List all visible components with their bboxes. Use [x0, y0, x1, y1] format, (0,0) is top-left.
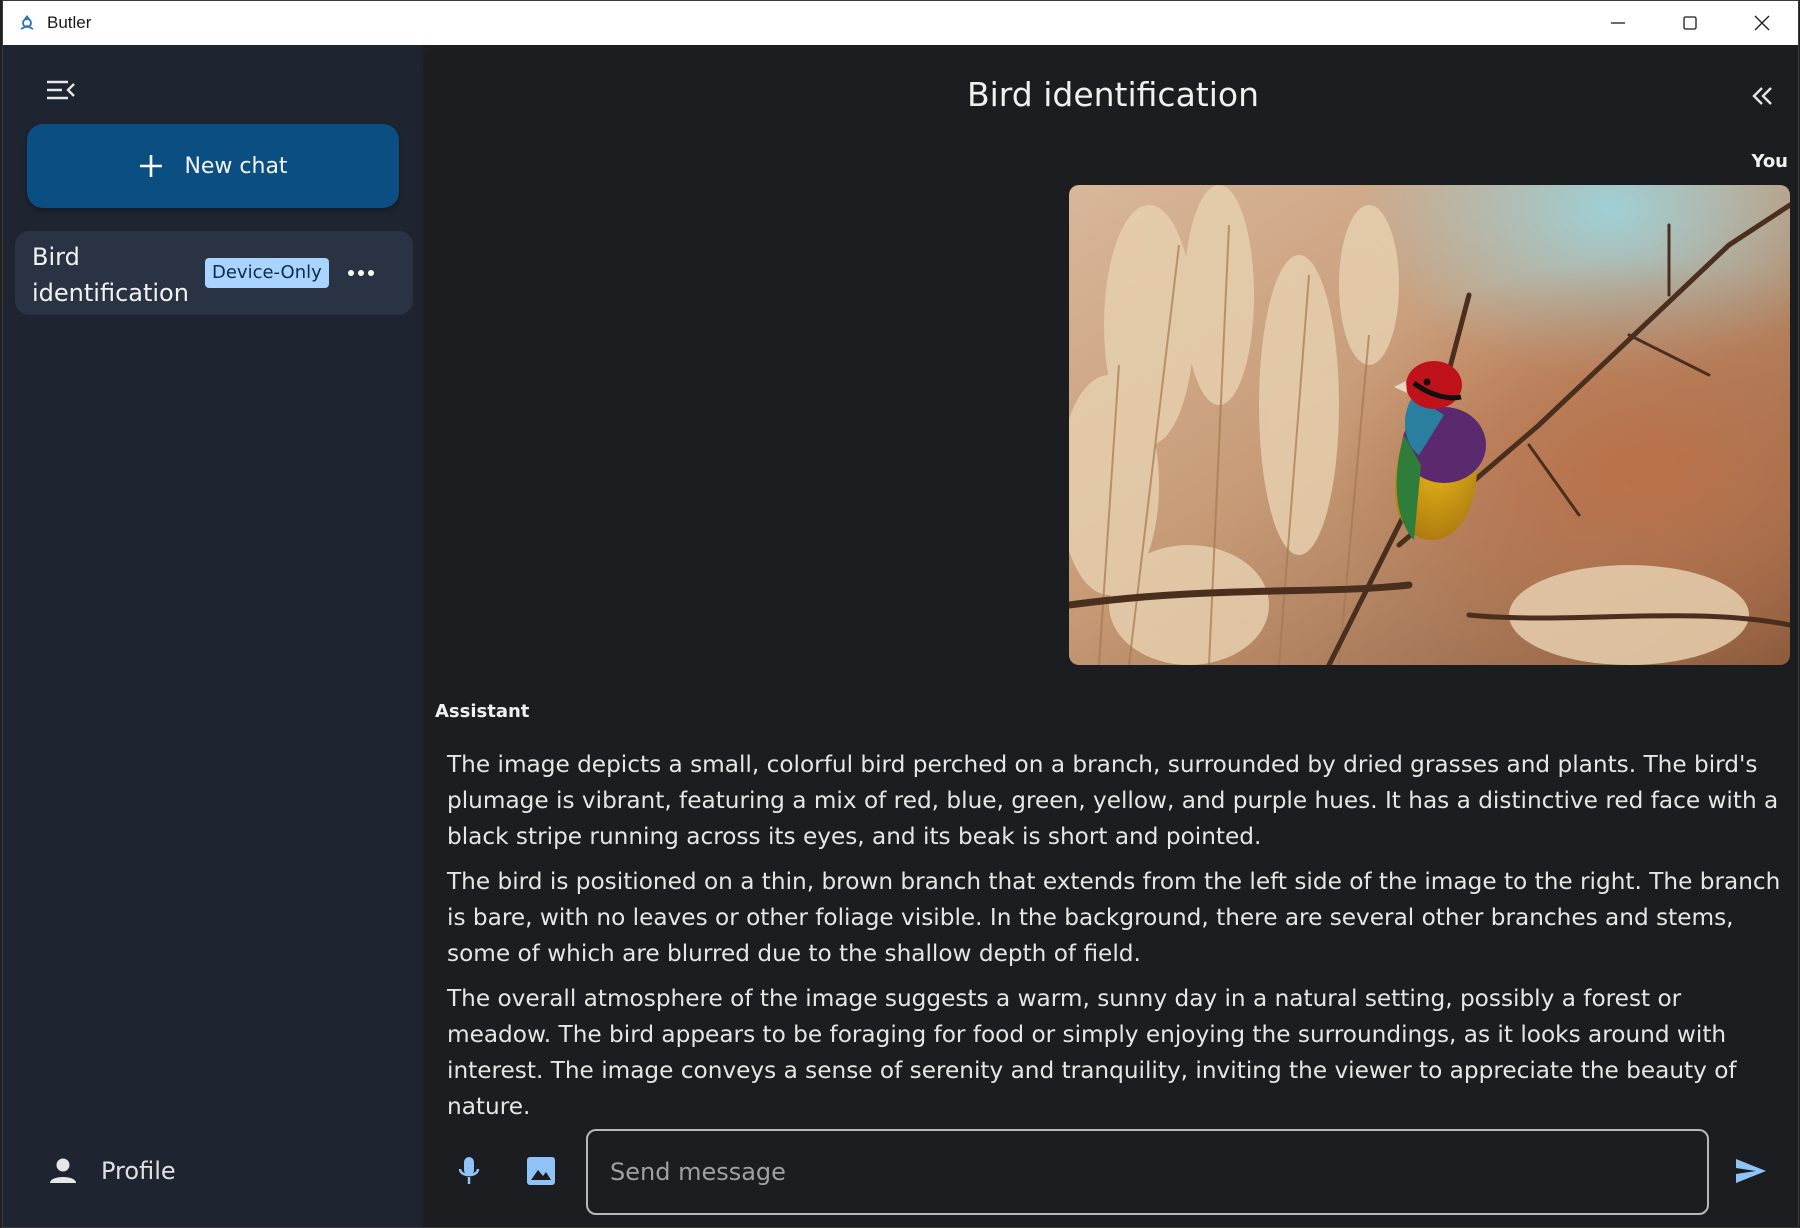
chat-panel: Bird identification You Assistant The im… [423, 45, 1798, 1227]
maximize-icon [1683, 16, 1697, 30]
maximize-button[interactable] [1654, 1, 1726, 45]
send-button[interactable] [1731, 1151, 1771, 1191]
bird-photo [1069, 185, 1790, 665]
minimize-button[interactable] [1582, 1, 1654, 45]
minimize-icon [1611, 22, 1625, 24]
microphone-icon [458, 1157, 480, 1184]
assistant-paragraph: The image depicts a small, colorful bird… [447, 751, 1779, 850]
sidebar: New chat Bird identification Device-Only… [3, 45, 423, 1227]
app-logo-icon [20, 15, 34, 30]
profile-button[interactable]: Profile [47, 1151, 176, 1191]
plus-icon [140, 155, 163, 177]
menu-collapse-icon [47, 80, 75, 100]
chat-list-item[interactable]: Bird identification Device-Only [15, 231, 413, 315]
send-icon [1736, 1159, 1766, 1183]
chat-title: Bird identification [966, 75, 1260, 114]
close-button[interactable] [1726, 1, 1798, 45]
close-icon [1754, 15, 1770, 31]
assistant-label: Assistant [435, 701, 530, 722]
window-title: Butler [47, 13, 92, 32]
window-controls [1582, 1, 1798, 45]
chat-item-title: Bird identification [32, 243, 189, 307]
user-label: You [1751, 151, 1788, 172]
chat-more-button[interactable] [343, 255, 379, 291]
profile-label: Profile [101, 1157, 176, 1185]
more-horizontal-icon [348, 270, 374, 276]
assistant-paragraph: The overall atmosphere of the image sugg… [447, 985, 1737, 1120]
attach-image-button[interactable] [521, 1151, 561, 1191]
collapse-panel-button[interactable] [1745, 79, 1779, 113]
title-bar: Butler [3, 1, 1798, 45]
user-uploaded-image[interactable] [1069, 185, 1790, 665]
assistant-message: The image depicts a small, colorful bird… [447, 747, 1791, 1134]
assistant-paragraph: The bird is positioned on a thin, brown … [447, 868, 1781, 967]
app-window: Butler New chat Bird identification Devi… [2, 0, 1799, 1228]
new-chat-label: New chat [184, 153, 288, 179]
image-icon [527, 1157, 555, 1185]
sidebar-toggle-button[interactable] [43, 75, 79, 105]
device-only-badge: Device-Only [205, 258, 329, 288]
message-input[interactable] [586, 1129, 1709, 1215]
double-chevron-left-icon [1752, 87, 1772, 105]
person-icon [50, 1158, 76, 1183]
voice-input-button[interactable] [449, 1151, 489, 1191]
new-chat-button[interactable]: New chat [27, 124, 399, 208]
